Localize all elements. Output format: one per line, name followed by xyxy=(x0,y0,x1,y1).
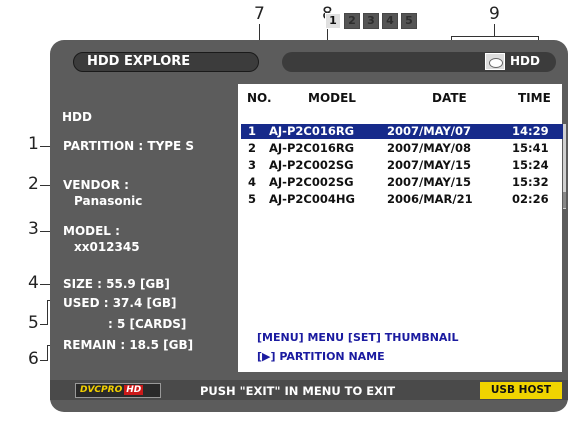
used-cards-value: : 5 [CARDS] xyxy=(108,317,187,331)
table-row[interactable]: 2 AJ-P2C016RG 2007/MAY/08 15:41 xyxy=(241,141,563,156)
row-date: 2007/MAY/07 xyxy=(387,124,471,138)
device-name: HDD xyxy=(62,110,92,124)
model-value: xx012345 xyxy=(74,240,140,254)
used-value: USED : 37.4 [GB] xyxy=(63,296,177,310)
usb-host-button[interactable]: USB HOST xyxy=(480,382,562,399)
row-time: 02:26 xyxy=(512,192,549,206)
vendor-label: VENDOR : xyxy=(63,178,129,192)
row-model: AJ-P2C016RG xyxy=(269,124,355,138)
callout-2: 2 xyxy=(28,174,39,194)
column-header-no: NO. xyxy=(247,91,272,105)
size-value: SIZE : 55.9 [GB] xyxy=(63,277,170,291)
row-no: 4 xyxy=(248,175,257,189)
list-scrollbar-thumb[interactable] xyxy=(563,192,566,208)
partition-type: PARTITION : TYPE S xyxy=(63,139,195,153)
row-model: AJ-P2C002SG xyxy=(269,158,354,172)
slot-5-indicator[interactable]: 5 xyxy=(401,13,417,29)
logo-text: DVCPRO xyxy=(80,385,123,395)
row-time: 15:32 xyxy=(512,175,549,189)
callout-5: 5 xyxy=(28,313,39,333)
hdd-icon[interactable] xyxy=(485,53,505,70)
callout-9: 9 xyxy=(489,4,500,24)
row-date: 2007/MAY/08 xyxy=(387,141,471,155)
callout-3: 3 xyxy=(28,219,39,239)
exit-instruction: PUSH "EXIT" IN MENU TO EXIT xyxy=(200,384,396,398)
row-date: 2007/MAY/15 xyxy=(387,158,471,172)
callout-6: 6 xyxy=(28,349,39,369)
row-no: 3 xyxy=(248,158,257,172)
callout-9-line xyxy=(494,24,495,36)
dvcpro-hd-logo: DVCPRO HD xyxy=(75,383,161,398)
column-header-model: MODEL xyxy=(308,91,356,105)
row-no: 2 xyxy=(248,141,257,155)
callout-9-bracket xyxy=(451,36,539,37)
table-row[interactable]: 1 AJ-P2C016RG 2007/MAY/07 14:29 xyxy=(241,124,563,139)
help-partition-name: [▶] PARTITION NAME xyxy=(257,350,385,363)
vendor-value: Panasonic xyxy=(74,194,143,208)
slot-4-indicator[interactable]: 4 xyxy=(382,13,398,29)
row-time: 15:41 xyxy=(512,141,549,155)
table-row[interactable]: 3 AJ-P2C002SG 2007/MAY/15 15:24 xyxy=(241,158,563,173)
column-header-date: DATE xyxy=(432,91,467,105)
table-row[interactable]: 5 AJ-P2C004HG 2006/MAR/21 02:26 xyxy=(241,192,563,207)
row-time: 14:29 xyxy=(512,124,549,138)
callout-1: 1 xyxy=(28,134,39,154)
row-date: 2007/MAY/15 xyxy=(387,175,471,189)
callout-4: 4 xyxy=(28,273,39,293)
column-header-time: TIME xyxy=(518,91,551,105)
p2-label: P2 xyxy=(305,14,323,28)
model-label: MODEL : xyxy=(63,224,120,238)
remain-value: REMAIN : 18.5 [GB] xyxy=(63,338,194,352)
row-model: AJ-P2C002SG xyxy=(269,175,354,189)
callout-5-bracket xyxy=(47,300,48,325)
row-model: AJ-P2C004HG xyxy=(269,192,355,206)
table-row[interactable]: 4 AJ-P2C002SG 2007/MAY/15 15:32 xyxy=(241,175,563,190)
screen-title: HDD EXPLORE xyxy=(73,52,259,72)
callout-7: 7 xyxy=(254,4,265,24)
slot-3-indicator[interactable]: 3 xyxy=(363,13,379,29)
hdd-label: HDD xyxy=(510,54,540,68)
logo-hd: HD xyxy=(124,385,144,395)
row-time: 15:24 xyxy=(512,158,549,172)
help-menu-thumbnail: [MENU] MENU [SET] THUMBNAIL xyxy=(257,331,459,344)
callout-6-bracket xyxy=(47,345,48,361)
slot-2-indicator[interactable]: 2 xyxy=(344,13,360,29)
row-no: 1 xyxy=(248,124,257,138)
slot-1-indicator[interactable]: 1 xyxy=(325,13,341,29)
row-model: AJ-P2C016RG xyxy=(269,141,355,155)
row-date: 2006/MAR/21 xyxy=(387,192,473,206)
row-no: 5 xyxy=(248,192,257,206)
